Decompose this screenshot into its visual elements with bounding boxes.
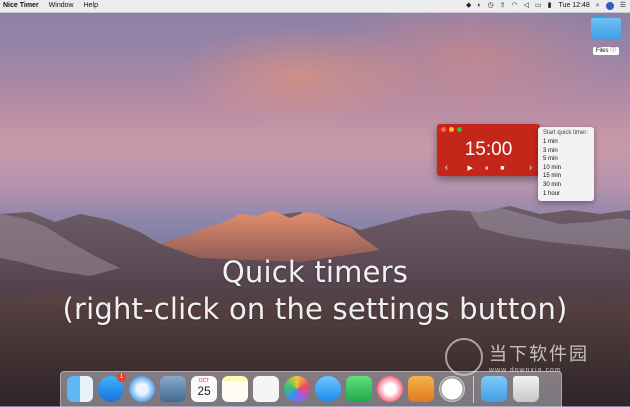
reminders-icon[interactable]: [253, 376, 279, 402]
calendar-day: 25: [197, 384, 211, 398]
facetime-icon[interactable]: [346, 376, 372, 402]
photos-icon[interactable]: [284, 376, 310, 402]
calendar-icon[interactable]: OCT 25: [191, 376, 217, 402]
zoom-button[interactable]: [457, 127, 462, 132]
messages-icon[interactable]: [315, 376, 341, 402]
itunes-icon[interactable]: [377, 376, 403, 402]
safari-icon[interactable]: [129, 376, 155, 402]
quick-timer-15-min[interactable]: 15 min: [538, 172, 594, 181]
quick-timer-5-min[interactable]: 5 min: [538, 155, 594, 164]
desktop-folder-label: Files ⓘ: [592, 47, 620, 55]
app-store-icon[interactable]: 1: [98, 373, 126, 402]
app-store-badge: 1: [117, 373, 126, 382]
timer-window[interactable]: 15:00 ‹ ▶ ⏸ ■ ›: [437, 124, 540, 176]
quick-timer-3-min[interactable]: 3 min: [538, 147, 594, 156]
desktop-folder-files[interactable]: Files ⓘ: [586, 15, 626, 57]
tweetbot-icon[interactable]: [408, 376, 434, 402]
quick-timer-30-min[interactable]: 30 min: [538, 181, 594, 190]
timer-display: 15:00: [464, 139, 513, 160]
quick-timer-1-hour[interactable]: 1 hour: [538, 190, 594, 199]
dock: 1 OCT 25: [60, 371, 562, 407]
quick-timer-10-min[interactable]: 10 min: [538, 164, 594, 173]
quick-timer-menu: Start quick timer: 1 min 3 min 5 min 10 …: [538, 127, 594, 202]
dock-separator: [473, 376, 474, 403]
trash-icon[interactable]: [513, 376, 539, 402]
quick-timer-menu-header: Start quick timer:: [543, 130, 589, 136]
caption-line-1: Quick timers: [221, 255, 409, 289]
downloads-folder-icon[interactable]: [481, 376, 507, 402]
window-controls: [441, 127, 465, 132]
mail-stamp-icon[interactable]: [160, 376, 186, 402]
next-arrow-icon[interactable]: ›: [529, 162, 532, 172]
quick-timer-1-min[interactable]: 1 min: [538, 138, 594, 147]
notes-icon[interactable]: [222, 376, 248, 402]
caption-line-2: (right-click on the settings button): [62, 292, 568, 326]
watermark-name: 当下软件园: [489, 344, 589, 364]
finder-icon[interactable]: [67, 376, 93, 402]
playback-controls[interactable]: ▶ ⏸ ■: [437, 164, 540, 173]
clock-app-icon[interactable]: [439, 376, 465, 402]
close-button[interactable]: [441, 127, 446, 132]
folder-icon: [591, 15, 621, 39]
minimize-button[interactable]: [449, 127, 454, 132]
